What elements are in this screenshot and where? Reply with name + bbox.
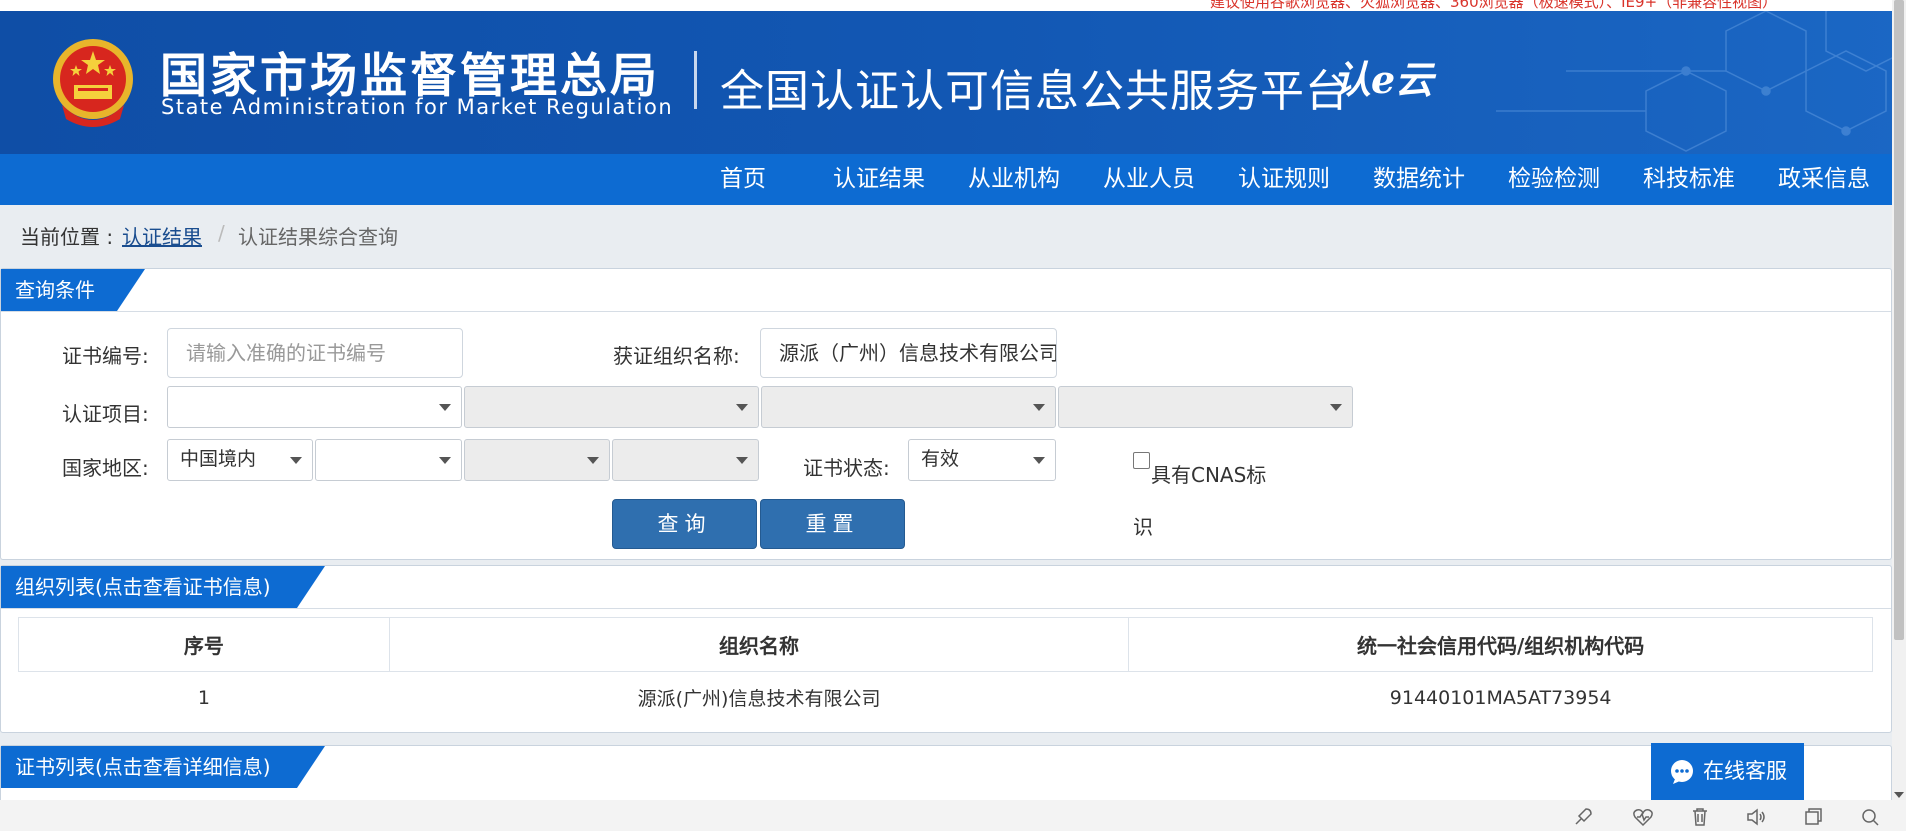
region-select-4[interactable] xyxy=(612,439,759,481)
breadcrumb-link[interactable]: 认证结果 xyxy=(122,221,202,250)
agency-name-en: State Administration for Market Regulati… xyxy=(161,95,674,119)
chevron-down-icon xyxy=(439,457,451,464)
chevron-down-icon xyxy=(1033,457,1045,464)
nav-personnel[interactable]: 从业人员 xyxy=(1103,154,1195,205)
chevron-down-icon xyxy=(587,457,599,464)
row-org-name[interactable]: 源派(广州)信息技术有限公司 xyxy=(389,672,1129,724)
project-select-4[interactable] xyxy=(1058,386,1353,428)
nav-cert-rules[interactable]: 认证规则 xyxy=(1238,154,1330,205)
status-select-value: 有效 xyxy=(921,448,960,470)
chevron-down-icon xyxy=(290,457,302,464)
row-credit-code: 91440101MA5AT73954 xyxy=(1389,686,1612,709)
table-row[interactable]: 1 源派(广州)信息技术有限公司 91440101MA5AT73954 xyxy=(19,672,1873,724)
cert-list-tab-tail xyxy=(297,746,325,788)
brand-logo: 认e云 xyxy=(1333,57,1434,102)
project-select-2[interactable] xyxy=(464,386,759,428)
nav-home[interactable]: 首页 xyxy=(720,154,766,205)
breadcrumb-separator: / xyxy=(218,221,225,245)
column-header-org-name: 组织名称 xyxy=(388,617,1130,672)
rocket-icon[interactable] xyxy=(1572,806,1594,828)
org-name-input[interactable]: 源派（广州）信息技术有限公司 xyxy=(760,328,1057,378)
project-select-1[interactable] xyxy=(167,386,462,428)
row-index: 1 xyxy=(197,686,210,709)
chevron-down-icon xyxy=(736,404,748,411)
national-emblem-icon xyxy=(53,39,133,127)
chat-bubble-icon xyxy=(1671,760,1693,784)
breadcrumb-prefix: 当前位置 : xyxy=(20,225,114,249)
project-label: 认证项目: xyxy=(62,402,149,426)
chevron-down-icon xyxy=(439,404,451,411)
browser-notice-text: 建议使用谷歌浏览器、火狐浏览器、360浏览器（极速模式）、IE9+（非兼容性视图… xyxy=(1210,0,1778,11)
org-list-tab-tail xyxy=(297,566,325,608)
scroll-down-arrow-icon[interactable] xyxy=(1894,792,1904,798)
region-select-value: 中国境内 xyxy=(180,448,257,470)
status-select[interactable]: 有效 xyxy=(908,439,1056,481)
trash-icon[interactable] xyxy=(1689,806,1711,828)
header-banner: 国家市场监督管理总局 State Administration for Mark… xyxy=(0,11,1906,154)
vertical-scrollbar[interactable] xyxy=(1892,0,1906,800)
scrollbar-thumb[interactable] xyxy=(1894,0,1904,640)
org-name-label: 获证组织名称: xyxy=(613,344,740,368)
query-panel-divider xyxy=(1,311,1891,312)
breadcrumb: 当前位置 : 认证结果 / 认证结果综合查询 xyxy=(0,205,1892,265)
browser-notice: 建议使用谷歌浏览器、火狐浏览器、360浏览器（极速模式）、IE9+（非兼容性视图… xyxy=(0,0,1906,11)
region-select-1[interactable]: 中国境内 xyxy=(167,439,313,481)
project-select-3[interactable] xyxy=(761,386,1056,428)
column-header-credit-code: 统一社会信用代码/组织机构代码 xyxy=(1128,617,1873,672)
reset-button[interactable]: 重置 xyxy=(760,499,905,549)
chevron-down-icon xyxy=(736,457,748,464)
chevron-down-icon xyxy=(1033,404,1045,411)
cert-list-title: 证书列表(点击查看详细信息) xyxy=(1,746,297,788)
region-select-3[interactable] xyxy=(464,439,610,481)
nav-statistics[interactable]: 数据统计 xyxy=(1373,154,1465,205)
column-header-index: 序号 xyxy=(18,617,390,672)
nav-institutions[interactable]: 从业机构 xyxy=(968,154,1060,205)
region-select-2[interactable] xyxy=(315,439,462,481)
window-icon[interactable] xyxy=(1802,806,1824,828)
bottom-toolbar xyxy=(0,800,1906,831)
query-panel-tab-tail xyxy=(117,269,145,311)
platform-title: 全国认证认可信息公共服务平台 xyxy=(720,66,1350,117)
cert-no-input[interactable]: 请输入准确的证书编号 xyxy=(167,328,463,378)
online-service-label: 在线客服 xyxy=(1703,759,1787,783)
nav-procurement[interactable]: 政采信息 xyxy=(1778,154,1870,205)
heartbeat-icon[interactable] xyxy=(1632,806,1654,828)
page: 建议使用谷歌浏览器、火狐浏览器、360浏览器（极速模式）、IE9+（非兼容性视图… xyxy=(0,0,1906,831)
org-table: 序号 组织名称 统一社会信用代码/组织机构代码 1 源派(广州)信息技术有限公司… xyxy=(18,617,1873,724)
region-label: 国家地区: xyxy=(62,456,149,480)
main-nav: 首页 认证结果 从业机构 从业人员 认证规则 数据统计 检验检测 科技标准 政采… xyxy=(0,154,1892,205)
table-header-row: 序号 组织名称 统一社会信用代码/组织机构代码 xyxy=(18,617,1873,672)
cert-list-panel: 证书列表(点击查看详细信息) xyxy=(0,745,1892,803)
org-list-divider xyxy=(1,608,1891,609)
search-icon[interactable] xyxy=(1859,806,1881,828)
search-button[interactable]: 查询 xyxy=(612,499,757,549)
breadcrumb-current: 认证结果综合查询 xyxy=(238,225,398,249)
speaker-icon[interactable] xyxy=(1745,806,1767,828)
header-divider xyxy=(694,51,697,109)
status-label: 证书状态: xyxy=(803,456,890,480)
nav-cert-results[interactable]: 认证结果 xyxy=(833,154,925,205)
nav-inspection[interactable]: 检验检测 xyxy=(1508,154,1600,205)
nav-standards[interactable]: 科技标准 xyxy=(1643,154,1735,205)
query-panel-title: 查询条件 xyxy=(1,269,117,311)
chevron-down-icon xyxy=(1330,404,1342,411)
cnas-checkbox-label: 具有CNAS标识 xyxy=(1133,463,1267,539)
org-list-title: 组织列表(点击查看证书信息) xyxy=(1,566,297,608)
online-service-button[interactable]: 在线客服 xyxy=(1651,743,1804,800)
cert-no-label: 证书编号: xyxy=(62,344,149,368)
